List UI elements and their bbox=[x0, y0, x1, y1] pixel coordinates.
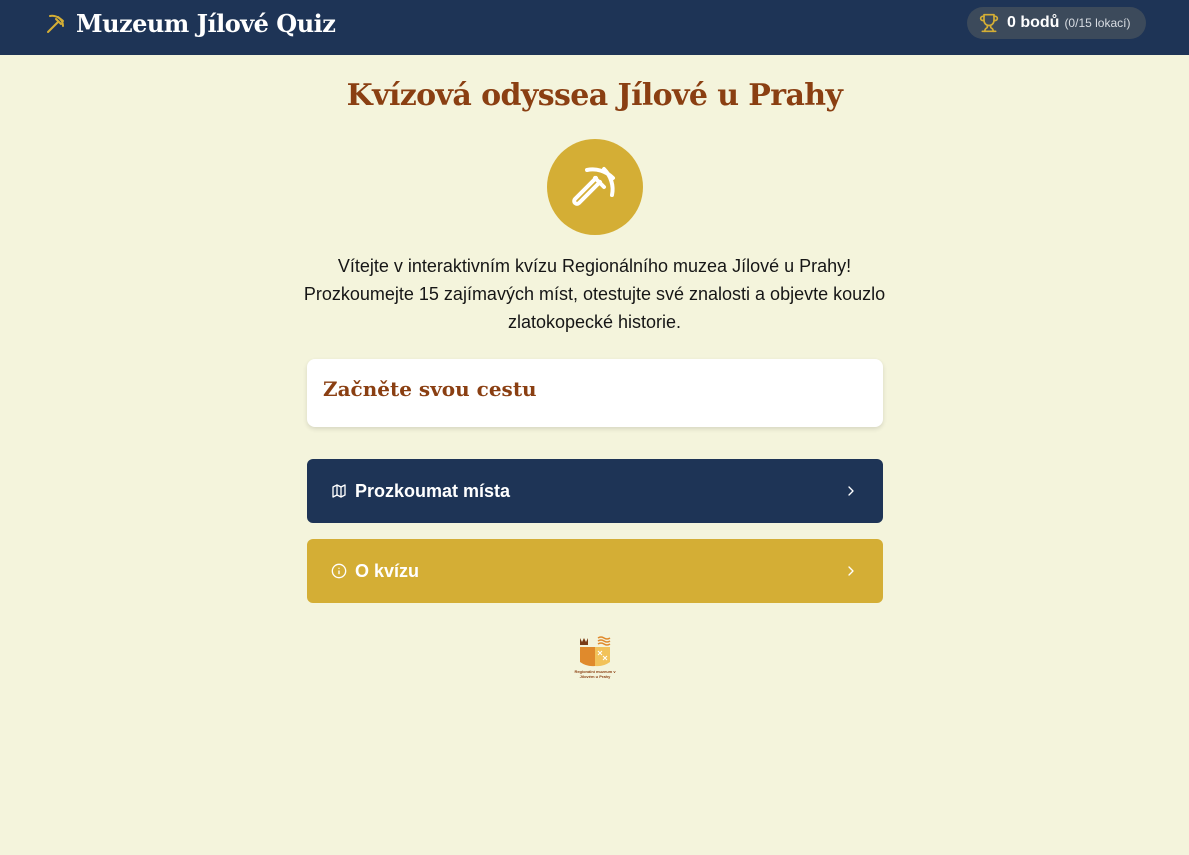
page-title: Kvízová odyssea Jílové u Prahy bbox=[346, 78, 843, 113]
brand-home-link[interactable]: Muzeum Jílové Quiz bbox=[44, 9, 336, 38]
explore-places-button[interactable]: Prozkoumat místa bbox=[307, 459, 883, 523]
intro-text: Vítejte v interaktivním kvízu Regionální… bbox=[303, 256, 886, 332]
score-progress: (0/15 lokací) bbox=[1064, 16, 1131, 30]
pickaxe-icon bbox=[572, 167, 615, 206]
pickaxe-icon bbox=[47, 14, 64, 33]
museum-logo-text: Regionální muzeum v Jílovém u Prahy bbox=[574, 669, 616, 679]
map-icon bbox=[332, 484, 346, 498]
explore-places-label: Prozkoumat místa bbox=[355, 480, 511, 501]
hero-badge bbox=[547, 139, 643, 235]
start-card-title: Začněte svou cestu bbox=[323, 377, 537, 401]
chevron-right-icon bbox=[848, 486, 854, 496]
brand-title: Muzeum Jílové Quiz bbox=[76, 9, 336, 38]
trophy-icon bbox=[979, 13, 999, 33]
chevron-right-icon bbox=[848, 566, 854, 576]
score-badge: 0 bodů (0/15 lokací) bbox=[967, 7, 1146, 39]
info-icon bbox=[331, 563, 347, 579]
about-quiz-label: O kvízu bbox=[355, 560, 420, 581]
about-quiz-button[interactable]: O kvízu bbox=[307, 539, 883, 603]
top-navigation-bar: Muzeum Jílové Quiz 0 bodů (0/15 lokací) bbox=[0, 0, 1189, 55]
score-points: 0 bodů bbox=[1007, 14, 1060, 31]
start-journey-card: Začněte svou cestu bbox=[307, 359, 883, 427]
